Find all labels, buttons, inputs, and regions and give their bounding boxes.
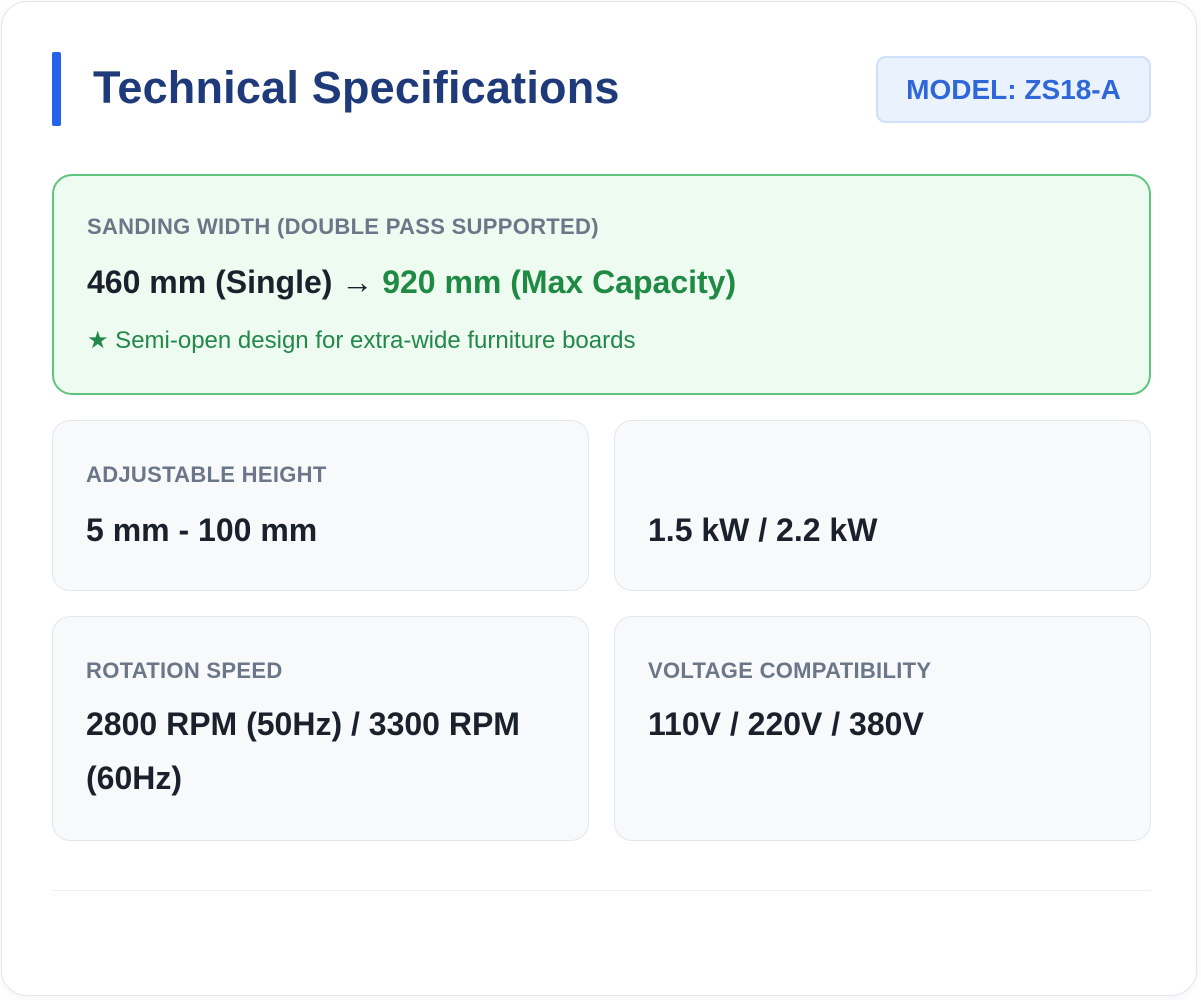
sanding-width-max: 920 mm (Max Capacity) [382, 264, 737, 300]
sanding-width-panel: SANDING WIDTH (DOUBLE PASS SUPPORTED) 46… [52, 174, 1151, 395]
page-title: Technical Specifications [93, 62, 620, 113]
model-badge: MODEL: ZS18-A [876, 56, 1151, 123]
spec-card-speed: ROTATION SPEED 2800 RPM (50Hz) / 3300 RP… [52, 616, 589, 841]
spec-card-height: ADJUSTABLE HEIGHT 5 mm - 100 mm [52, 420, 589, 591]
height-value: 5 mm - 100 mm [86, 512, 318, 548]
height-label: ADJUSTABLE HEIGHT [86, 462, 327, 487]
sanding-width-value: 460 mm (Single) → 920 mm (Max Capacity) [87, 264, 736, 301]
voltage-label: VOLTAGE COMPATIBILITY [648, 658, 932, 683]
header-accent-bar [52, 52, 61, 126]
footer-divider [52, 890, 1151, 891]
spec-card-container: Technical Specifications MODEL: ZS18-A S… [1, 1, 1197, 996]
sanding-width-label: SANDING WIDTH (DOUBLE PASS SUPPORTED) [87, 214, 599, 239]
speed-label: ROTATION SPEED [86, 658, 283, 683]
power-value: 1.5 kW / 2.2 kW [648, 512, 878, 548]
sanding-width-note: ★ Semi-open design for extra-wide furnit… [87, 327, 636, 354]
speed-value: 2800 RPM (50Hz) / 3300 RPM (60Hz) [86, 706, 520, 796]
spec-card-power: 1.5 kW / 2.2 kW [614, 420, 1151, 591]
voltage-value: 110V / 220V / 380V [648, 706, 924, 742]
arrow-right-icon: → [341, 264, 374, 300]
sanding-width-single: 460 mm (Single) [87, 264, 333, 300]
spec-card-voltage: VOLTAGE COMPATIBILITY 110V / 220V / 380V [614, 616, 1151, 841]
